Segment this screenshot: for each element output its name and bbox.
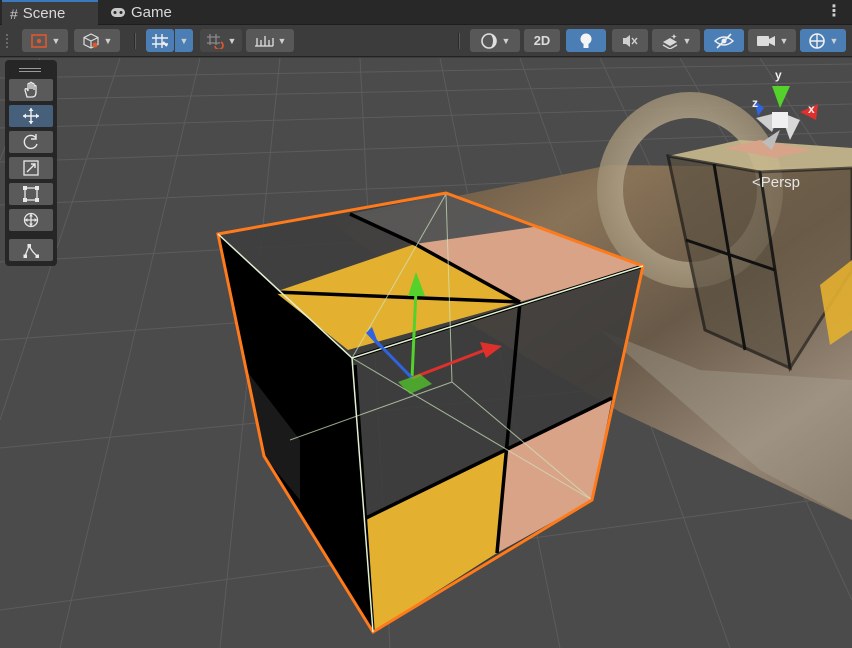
rotate-icon <box>23 134 38 150</box>
toolbar-grip-icon <box>6 34 12 48</box>
lightbulb-icon <box>580 33 592 48</box>
custom-editor-tool-icon <box>23 244 39 258</box>
tab-scene-label: Scene <box>22 5 66 22</box>
scale-tool-button[interactable] <box>9 157 53 179</box>
chevron-down-icon: ▼ <box>227 35 237 46</box>
custom-tool-button[interactable] <box>9 239 53 261</box>
chevron-left-icon: < <box>752 174 761 191</box>
tab-scene[interactable]: # Scene <box>2 0 98 25</box>
projection-label: Persp <box>760 174 800 191</box>
hash-icon: # <box>10 5 18 22</box>
gizmo-x-label: x <box>808 102 815 116</box>
drag-handle-icon[interactable] <box>19 68 41 72</box>
chevron-down-icon: ▼ <box>779 35 789 46</box>
gizmo-y-label: y <box>775 68 782 82</box>
toolbar-separator <box>134 33 136 49</box>
grid-snap-dropdown[interactable]: ▼ <box>175 29 193 52</box>
grid-snap-toggle[interactable] <box>146 29 174 52</box>
tab-bar: # Scene Game ⋮ <box>0 0 852 25</box>
chevron-down-icon: ▼ <box>179 35 189 46</box>
cube-render-icon <box>82 32 99 49</box>
chevron-down-icon: ▼ <box>682 35 692 46</box>
gizmo-globe-icon <box>808 32 825 49</box>
hand-icon <box>24 81 37 98</box>
scene-visibility-toggle[interactable] <box>704 29 744 52</box>
ruler-icon <box>254 35 274 47</box>
tools-overlay <box>5 60 57 266</box>
increment-snap-dropdown[interactable]: ▼ <box>200 29 242 52</box>
effects-dropdown[interactable]: ▼ <box>652 29 700 52</box>
chevron-down-icon: ▼ <box>51 35 61 46</box>
eye-hidden-icon <box>713 32 735 49</box>
scene-viewport[interactable]: y x z <Persp <box>0 58 852 648</box>
muted-speaker-icon <box>623 34 638 47</box>
2d-toggle-button[interactable]: 2D <box>524 29 560 52</box>
2d-toggle-label: 2D <box>533 33 551 48</box>
move-tool-button[interactable] <box>9 105 53 127</box>
lighting-toggle-button[interactable] <box>566 29 606 52</box>
transform-icon <box>23 212 39 228</box>
camera-settings-dropdown[interactable]: ▼ <box>748 29 796 52</box>
scale-icon <box>23 160 39 176</box>
shading-mode-dropdown[interactable]: ▼ <box>470 29 520 52</box>
more-options-icon[interactable]: ⋮ <box>826 2 842 22</box>
increment-snap-icon <box>206 33 224 49</box>
scene-canvas <box>0 58 852 648</box>
rect-tool-button[interactable] <box>9 183 53 205</box>
ruler-snap-dropdown[interactable]: ▼ <box>246 29 294 52</box>
gizmos-dropdown[interactable]: ▼ <box>800 29 846 52</box>
chevron-down-icon: ▼ <box>277 35 287 46</box>
render-mode-dropdown[interactable]: ▼ <box>74 29 120 52</box>
camera-icon <box>756 35 775 46</box>
transform-tool-button[interactable] <box>9 209 53 231</box>
tab-game[interactable]: Game <box>102 0 182 25</box>
audio-toggle-button[interactable] <box>612 29 648 52</box>
chevron-down-icon: ▼ <box>829 35 839 46</box>
scene-toolbar: ▼ ▼ ▼ ▼ ▼ ▼ 2D ▼ ▼ ▼ <box>0 25 852 57</box>
rect-transform-icon <box>23 186 39 202</box>
projection-toggle[interactable]: <Persp <box>752 174 800 191</box>
chevron-down-icon: ▼ <box>103 35 113 46</box>
rotate-tool-button[interactable] <box>9 131 53 153</box>
grid-snap-icon <box>152 33 168 48</box>
gamepad-icon <box>110 5 126 21</box>
draw-mode-icon <box>30 33 47 48</box>
sphere-shading-icon <box>480 32 497 49</box>
draw-mode-dropdown[interactable]: ▼ <box>22 29 68 52</box>
toolbar-separator <box>458 33 460 49</box>
move-arrows-icon <box>23 108 39 124</box>
hand-tool-button[interactable] <box>9 79 53 101</box>
layers-effects-icon <box>662 33 677 49</box>
chevron-down-icon: ▼ <box>501 35 511 46</box>
gizmo-z-label: z <box>752 96 758 110</box>
tab-game-label: Game <box>131 4 172 21</box>
